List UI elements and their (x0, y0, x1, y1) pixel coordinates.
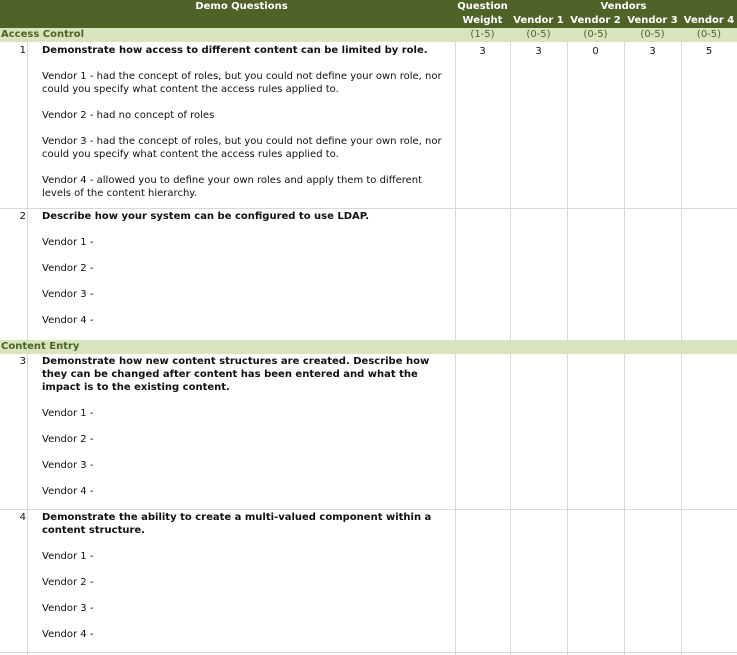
vendor4-score: 5 (705, 46, 713, 57)
vendor4-note: Vendor 4 - allowed you to define your ow… (42, 175, 423, 199)
vendor1-note: Vendor 1 - had the concept of roles, but… (42, 71, 442, 95)
access-control-title: Access Control (1, 29, 85, 40)
vendor3-note: Vendor 3 - (42, 603, 94, 614)
vendor4-header: Vendor 4 (683, 15, 735, 26)
weight-header: Weight (462, 15, 503, 26)
vendor1-score: 3 (535, 46, 542, 57)
vendor2-range: (0-5) (583, 29, 608, 40)
vendor4-range: (0-5) (696, 29, 722, 40)
grid-line (567, 42, 568, 340)
grid-line (27, 354, 28, 655)
question-text: Describe how your system can be configur… (42, 211, 370, 222)
vendor1-range: (0-5) (526, 29, 551, 40)
vendor3-note: Vendor 3 - had the concept of roles, but… (42, 136, 442, 160)
grid-line (27, 42, 28, 340)
vendor1-header: Vendor 1 (513, 15, 564, 26)
weight-range: (1-5) (470, 29, 495, 40)
vendor2-note: Vendor 2 - (42, 577, 94, 588)
vendor1-note: Vendor 1 - (42, 551, 94, 562)
question-header: Question (457, 1, 508, 12)
vendor2-header: Vendor 2 (570, 15, 621, 26)
question-text: Demonstrate the ability to create a mult… (42, 512, 432, 536)
row-divider (0, 652, 737, 653)
grid-line (681, 42, 682, 340)
grid-line (455, 42, 456, 340)
vendor4-note: Vendor 4 - (42, 315, 94, 326)
vendor3-score: 3 (649, 46, 656, 57)
table-header: Demo Questions Question Weight Vendors V… (0, 0, 737, 28)
vendor3-range: (0-5) (640, 29, 665, 40)
vendors-header: Vendors (600, 1, 647, 12)
grid-line (510, 354, 511, 655)
vendor1-note: Vendor 1 - (42, 237, 94, 248)
row-divider (0, 509, 737, 510)
question-number: 3 (19, 356, 26, 367)
vendor3-note: Vendor 3 - (42, 460, 94, 471)
vendor2-note: Vendor 2 - had no concept of roles (42, 110, 215, 121)
demo-questions-header: Demo Questions (195, 1, 288, 12)
vendor1-note: Vendor 1 - (42, 408, 94, 419)
access-control-row: Access Control (1-5) (0-5) (0-5) (0-5) (… (0, 28, 737, 42)
vendor3-note: Vendor 3 - (42, 289, 94, 300)
vendor2-note: Vendor 2 - (42, 434, 94, 445)
question-text: Demonstrate how new content structures a… (42, 356, 430, 393)
question-text: Demonstrate how access to different cont… (42, 45, 428, 56)
content-entry-title: Content Entry (0, 340, 737, 354)
grid-line (681, 354, 682, 655)
vendor4-note: Vendor 4 - (42, 629, 94, 640)
grid-line (567, 354, 568, 655)
question-number: 1 (19, 45, 26, 56)
question-weight: 3 (479, 46, 486, 57)
question-number: 4 (19, 512, 26, 523)
vendor3-header: Vendor 3 (627, 15, 678, 26)
vendor2-score: 0 (592, 46, 599, 57)
grid-line (624, 42, 625, 340)
vendor4-note: Vendor 4 - (42, 486, 94, 497)
grid-line (510, 42, 511, 340)
vendor2-note: Vendor 2 - (42, 263, 94, 274)
row-divider (0, 208, 737, 209)
question-number: 2 (19, 211, 26, 222)
grid-line (455, 354, 456, 655)
grid-line (624, 354, 625, 655)
